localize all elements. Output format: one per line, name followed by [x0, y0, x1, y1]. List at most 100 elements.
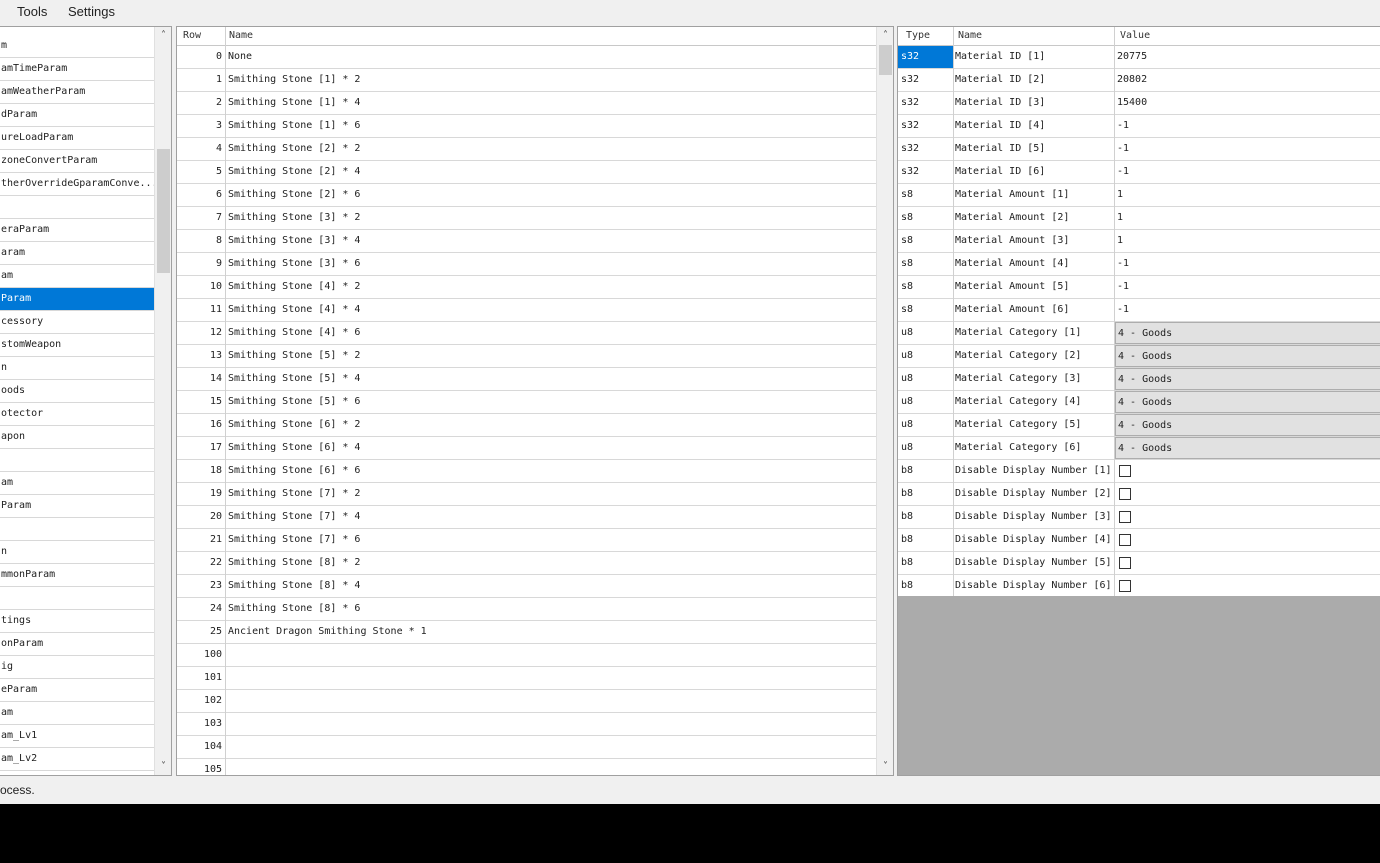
- field-value-input[interactable]: -1: [1115, 253, 1380, 275]
- params-list-item[interactable]: onParam: [0, 633, 154, 656]
- field-value-input[interactable]: 20802: [1115, 69, 1380, 91]
- table-row[interactable]: 25 Ancient Dragon Smithing Stone * 1: [177, 621, 876, 644]
- table-row[interactable]: 101: [177, 667, 876, 690]
- params-list-scrollbar[interactable]: ˄ ˅: [154, 27, 171, 775]
- table-row[interactable]: 13 Smithing Stone [5] * 2: [177, 345, 876, 368]
- params-list-item[interactable]: n: [0, 541, 154, 564]
- field-value-checkbox[interactable]: [1119, 580, 1131, 592]
- chevron-down-icon[interactable]: ˅: [877, 758, 893, 775]
- field-value-dropdown[interactable]: 4 - Goods: [1115, 368, 1380, 390]
- params-list-item[interactable]: stomWeapon: [0, 334, 154, 357]
- field-value-checkbox[interactable]: [1119, 557, 1131, 569]
- params-list-item[interactable]: [0, 518, 154, 541]
- field-value-input[interactable]: -1: [1115, 161, 1380, 183]
- table-row[interactable]: 19 Smithing Stone [7] * 2: [177, 483, 876, 506]
- table-row[interactable]: 10 Smithing Stone [4] * 2: [177, 276, 876, 299]
- table-row[interactable]: 103: [177, 713, 876, 736]
- field-value-checkbox[interactable]: [1119, 488, 1131, 500]
- table-row[interactable]: 105: [177, 759, 876, 775]
- params-list-item[interactable]: therOverrideGparamConve...: [0, 173, 154, 196]
- table-row[interactable]: 3 Smithing Stone [1] * 6: [177, 115, 876, 138]
- field-value-input[interactable]: 1: [1115, 230, 1380, 252]
- field-value-dropdown[interactable]: 4 - Goods: [1115, 345, 1380, 367]
- field-value-checkbox[interactable]: [1119, 465, 1131, 477]
- params-list-item[interactable]: eParam: [0, 679, 154, 702]
- params-list-item[interactable]: ureLoadParam: [0, 127, 154, 150]
- params-list-item[interactable]: apon: [0, 426, 154, 449]
- params-list-item[interactable]: aram: [0, 242, 154, 265]
- table-row[interactable]: 18 Smithing Stone [6] * 6: [177, 460, 876, 483]
- field-value-input[interactable]: -1: [1115, 299, 1380, 321]
- params-list-item[interactable]: mmonParam: [0, 564, 154, 587]
- fields-header-type[interactable]: Type: [906, 27, 930, 45]
- table-row[interactable]: 6 Smithing Stone [2] * 6: [177, 184, 876, 207]
- chevron-up-icon[interactable]: ˄: [877, 27, 893, 44]
- params-list-item[interactable]: eraParam: [0, 219, 154, 242]
- params-list-item[interactable]: ig: [0, 656, 154, 679]
- field-value-input[interactable]: 20775: [1115, 46, 1380, 68]
- field-value-dropdown[interactable]: 4 - Goods: [1115, 414, 1380, 436]
- rows-header-name[interactable]: Name: [229, 27, 253, 45]
- field-value-input[interactable]: 15400: [1115, 92, 1380, 114]
- params-list-item[interactable]: n: [0, 357, 154, 380]
- table-row[interactable]: 104: [177, 736, 876, 759]
- params-list-item[interactable]: am_Lv1: [0, 725, 154, 748]
- rows-header-row[interactable]: Row: [183, 27, 201, 45]
- table-row[interactable]: 15 Smithing Stone [5] * 6: [177, 391, 876, 414]
- params-list-item[interactable]: amTimeParam: [0, 58, 154, 81]
- params-list-item[interactable]: am_Lv2: [0, 748, 154, 771]
- params-list-item[interactable]: tings: [0, 610, 154, 633]
- field-value-checkbox[interactable]: [1119, 534, 1131, 546]
- menu-tools[interactable]: Tools: [17, 4, 47, 19]
- table-row[interactable]: 20 Smithing Stone [7] * 4: [177, 506, 876, 529]
- field-value-input[interactable]: 1: [1115, 184, 1380, 206]
- params-list-item[interactable]: amWeatherParam: [0, 81, 154, 104]
- table-row[interactable]: 8 Smithing Stone [3] * 4: [177, 230, 876, 253]
- params-list-item[interactable]: Param: [0, 288, 154, 311]
- fields-header-name[interactable]: Name: [958, 27, 982, 45]
- table-row[interactable]: 102: [177, 690, 876, 713]
- params-list-item[interactable]: [0, 196, 154, 219]
- field-value-input[interactable]: -1: [1115, 115, 1380, 137]
- table-row[interactable]: 1 Smithing Stone [1] * 2: [177, 69, 876, 92]
- table-row[interactable]: 16 Smithing Stone [6] * 2: [177, 414, 876, 437]
- table-row[interactable]: 22 Smithing Stone [8] * 2: [177, 552, 876, 575]
- params-list-item[interactable]: m: [0, 35, 154, 58]
- table-row[interactable]: 5 Smithing Stone [2] * 4: [177, 161, 876, 184]
- menu-settings[interactable]: Settings: [68, 4, 115, 19]
- field-value-dropdown[interactable]: 4 - Goods: [1115, 322, 1380, 344]
- table-row[interactable]: 9 Smithing Stone [3] * 6: [177, 253, 876, 276]
- params-list-item[interactable]: oods: [0, 380, 154, 403]
- params-list-item[interactable]: zoneConvertParam: [0, 150, 154, 173]
- table-row[interactable]: 7 Smithing Stone [3] * 2: [177, 207, 876, 230]
- field-value-checkbox[interactable]: [1119, 511, 1131, 523]
- params-list-item[interactable]: dParam: [0, 104, 154, 127]
- table-row[interactable]: 0 None: [177, 46, 876, 69]
- rows-table-scrollbar[interactable]: ˄ ˅: [876, 27, 893, 775]
- rows-table-scroll-thumb[interactable]: [879, 45, 892, 75]
- table-row[interactable]: 17 Smithing Stone [6] * 4: [177, 437, 876, 460]
- field-value-input[interactable]: 1: [1115, 207, 1380, 229]
- chevron-down-icon[interactable]: ˅: [155, 758, 171, 775]
- params-list-scroll-thumb[interactable]: [157, 149, 170, 273]
- params-list-item[interactable]: [0, 449, 154, 472]
- table-row[interactable]: 12 Smithing Stone [4] * 6: [177, 322, 876, 345]
- table-row[interactable]: 2 Smithing Stone [1] * 4: [177, 92, 876, 115]
- table-row[interactable]: 14 Smithing Stone [5] * 4: [177, 368, 876, 391]
- table-row[interactable]: 21 Smithing Stone [7] * 6: [177, 529, 876, 552]
- params-list-item[interactable]: Param: [0, 495, 154, 518]
- table-row[interactable]: 4 Smithing Stone [2] * 2: [177, 138, 876, 161]
- params-list-item[interactable]: am: [0, 702, 154, 725]
- table-row[interactable]: 100: [177, 644, 876, 667]
- field-value-dropdown[interactable]: 4 - Goods: [1115, 391, 1380, 413]
- fields-header-value[interactable]: Value: [1120, 27, 1150, 45]
- params-list-item[interactable]: [0, 587, 154, 610]
- field-value-dropdown[interactable]: 4 - Goods: [1115, 437, 1380, 459]
- table-row[interactable]: 11 Smithing Stone [4] * 4: [177, 299, 876, 322]
- field-value-input[interactable]: -1: [1115, 138, 1380, 160]
- table-row[interactable]: 24 Smithing Stone [8] * 6: [177, 598, 876, 621]
- field-value-input[interactable]: -1: [1115, 276, 1380, 298]
- table-row[interactable]: 23 Smithing Stone [8] * 4: [177, 575, 876, 598]
- params-list-item[interactable]: am: [0, 472, 154, 495]
- params-list-item[interactable]: am: [0, 265, 154, 288]
